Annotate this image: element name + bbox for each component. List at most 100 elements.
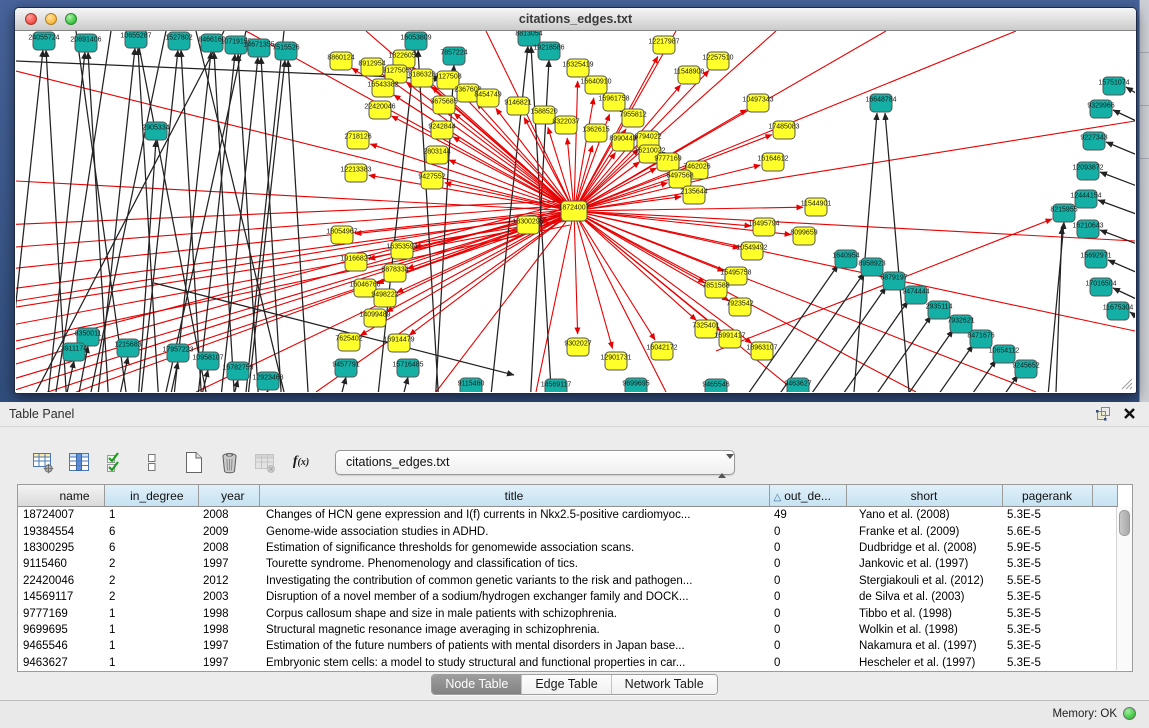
cell-out_degree[interactable]: 0 [769, 573, 846, 589]
column-header-in_degree[interactable]: in_degree [104, 485, 198, 507]
close-panel-icon[interactable] [1123, 407, 1136, 420]
graph-edge[interactable] [574, 211, 1135, 241]
graph-edge[interactable] [574, 211, 720, 331]
table-selector-dropdown[interactable]: citations_edges.txt [335, 450, 735, 475]
cell-short[interactable]: Hescheler et al. (1997) [846, 655, 1002, 671]
new-column-icon[interactable] [181, 450, 205, 474]
cell-year[interactable]: 1997 [198, 556, 259, 572]
cell-name[interactable]: 9115460 [18, 556, 104, 572]
cell-name[interactable]: 18300295 [18, 540, 104, 556]
function-builder-icon[interactable]: f(x) [289, 450, 313, 474]
cell-short[interactable]: Wolkin et al. (1998) [846, 622, 1002, 638]
cell-title[interactable]: Estimation of the future numbers of pati… [259, 638, 769, 654]
cell-short[interactable]: de Silva et al. (2003) [846, 589, 1002, 605]
cell-in_degree[interactable]: 1 [104, 622, 198, 638]
graph-edge[interactable] [397, 211, 574, 293]
graph-edge[interactable] [1100, 172, 1135, 197]
column-header-title[interactable]: title [259, 485, 769, 507]
cell-name[interactable]: 9777169 [18, 605, 104, 621]
cell-pagerank[interactable]: 5.5E-5 [1002, 573, 1092, 589]
table-row[interactable]: 946554611997Estimation of the future num… [18, 638, 1117, 654]
graph-edge[interactable] [261, 57, 287, 392]
cell-out_degree[interactable]: 0 [769, 655, 846, 671]
tab-edge-table[interactable]: Edge Table [522, 675, 611, 694]
cell-pagerank[interactable]: 5.6E-5 [1002, 523, 1092, 539]
graph-edge[interactable] [574, 211, 655, 340]
show-columns-icon[interactable] [67, 450, 91, 474]
cell-name[interactable]: 14569117 [18, 589, 104, 605]
graph-edge[interactable] [574, 211, 751, 226]
column-header-name[interactable]: name [18, 485, 104, 507]
graph-edge[interactable] [885, 113, 909, 392]
graph-edge[interactable] [574, 211, 724, 271]
cell-pagerank[interactable]: 5.9E-5 [1002, 540, 1092, 556]
graph-edge[interactable] [574, 211, 1135, 331]
cell-name[interactable]: 19384554 [18, 523, 104, 539]
cell-in_degree[interactable]: 1 [104, 605, 198, 621]
graph-edge[interactable] [876, 360, 996, 392]
column-header-short[interactable]: short [846, 485, 1002, 507]
cell-year[interactable]: 1997 [198, 638, 259, 654]
cell-out_degree[interactable]: 49 [769, 507, 846, 524]
cell-in_degree[interactable]: 1 [104, 638, 198, 654]
cell-out_degree[interactable]: 0 [769, 622, 846, 638]
table-row[interactable]: 1830029562008Estimation of significance … [18, 540, 1117, 556]
cell-year[interactable]: 2003 [198, 589, 259, 605]
graph-edge[interactable] [574, 211, 612, 348]
table-scrollbar[interactable] [1116, 507, 1132, 670]
graph-edge[interactable] [1126, 87, 1135, 112]
column-header-year[interactable]: year [198, 485, 259, 507]
cell-title[interactable]: Genome-wide association studies in ADHD. [259, 523, 769, 539]
cell-pagerank[interactable]: 5.3E-5 [1002, 638, 1092, 654]
cell-pagerank[interactable]: 5.3E-5 [1002, 507, 1092, 524]
close-button[interactable] [25, 13, 37, 25]
cell-name[interactable]: 9465546 [18, 638, 104, 654]
cell-title[interactable]: Investigating the contribution of common… [259, 573, 769, 589]
table-mode-icon[interactable] [31, 450, 55, 474]
graph-edge[interactable] [46, 50, 72, 392]
cell-short[interactable]: Tibbo et al. (1998) [846, 605, 1002, 621]
graph-edge[interactable] [1098, 200, 1135, 225]
cell-short[interactable]: Yano et al. (2008) [846, 507, 1002, 524]
cell-title[interactable]: Corpus callosum shape and size in male p… [259, 605, 769, 621]
window-titlebar[interactable]: citations_edges.txt [15, 8, 1136, 31]
scrollbar-thumb[interactable] [1119, 510, 1130, 536]
graph-edge[interactable] [574, 207, 803, 211]
cell-short[interactable]: Dudbridge et al. (2008) [846, 540, 1002, 556]
table-row[interactable]: 977716911998Corpus callosum shape and si… [18, 605, 1117, 621]
zoom-button[interactable] [65, 13, 77, 25]
table-row[interactable]: 2242004622012Investigating the contribut… [18, 573, 1117, 589]
cell-title[interactable]: Estimation of significance thresholds fo… [259, 540, 769, 556]
graph-edge[interactable] [574, 211, 578, 334]
cell-out_degree[interactable]: 0 [769, 638, 846, 654]
cell-short[interactable]: Stergiakouli et al. (2012) [846, 573, 1002, 589]
cell-year[interactable]: 2008 [198, 507, 259, 524]
table-row[interactable]: 1938455462009Genome-wide association stu… [18, 523, 1117, 539]
cell-short[interactable]: Jankovic et al. (1997) [846, 556, 1002, 572]
cell-in_degree[interactable]: 1 [104, 655, 198, 671]
cell-short[interactable]: Nakamura et al. (1997) [846, 638, 1002, 654]
graph-edge[interactable] [186, 370, 208, 392]
graph-edge[interactable] [1130, 312, 1135, 337]
cell-title[interactable]: Tourette syndrome. Phenomenology and cla… [259, 556, 769, 572]
cell-name[interactable]: 9699695 [18, 622, 104, 638]
cell-in_degree[interactable]: 2 [104, 573, 198, 589]
network-canvas[interactable]: 2405572420691406106552871527802846616010… [16, 31, 1135, 392]
cell-out_degree[interactable]: 0 [769, 540, 846, 556]
graph-edge[interactable] [16, 50, 43, 392]
cell-pagerank[interactable]: 5.3E-5 [1002, 556, 1092, 572]
table-row[interactable]: 1456911722003Disruption of a novel membe… [18, 589, 1117, 605]
cell-pagerank[interactable]: 5.3E-5 [1002, 655, 1092, 671]
graph-edge[interactable] [166, 31, 246, 392]
cell-year[interactable]: 2009 [198, 523, 259, 539]
tab-network-table[interactable]: Network Table [612, 675, 717, 694]
graph-edge[interactable] [181, 50, 207, 392]
cell-year[interactable]: 1997 [198, 655, 259, 671]
cell-title[interactable]: Changes of HCN gene expression and I(f) … [259, 507, 769, 524]
cell-pagerank[interactable]: 5.3E-5 [1002, 589, 1092, 605]
cell-year[interactable]: 2008 [198, 540, 259, 556]
cell-out_degree[interactable]: 0 [769, 556, 846, 572]
row-height-icon[interactable] [139, 450, 163, 474]
graph-edge[interactable] [216, 380, 238, 392]
cell-title[interactable]: Embryonic stem cells: a model to study s… [259, 655, 769, 671]
